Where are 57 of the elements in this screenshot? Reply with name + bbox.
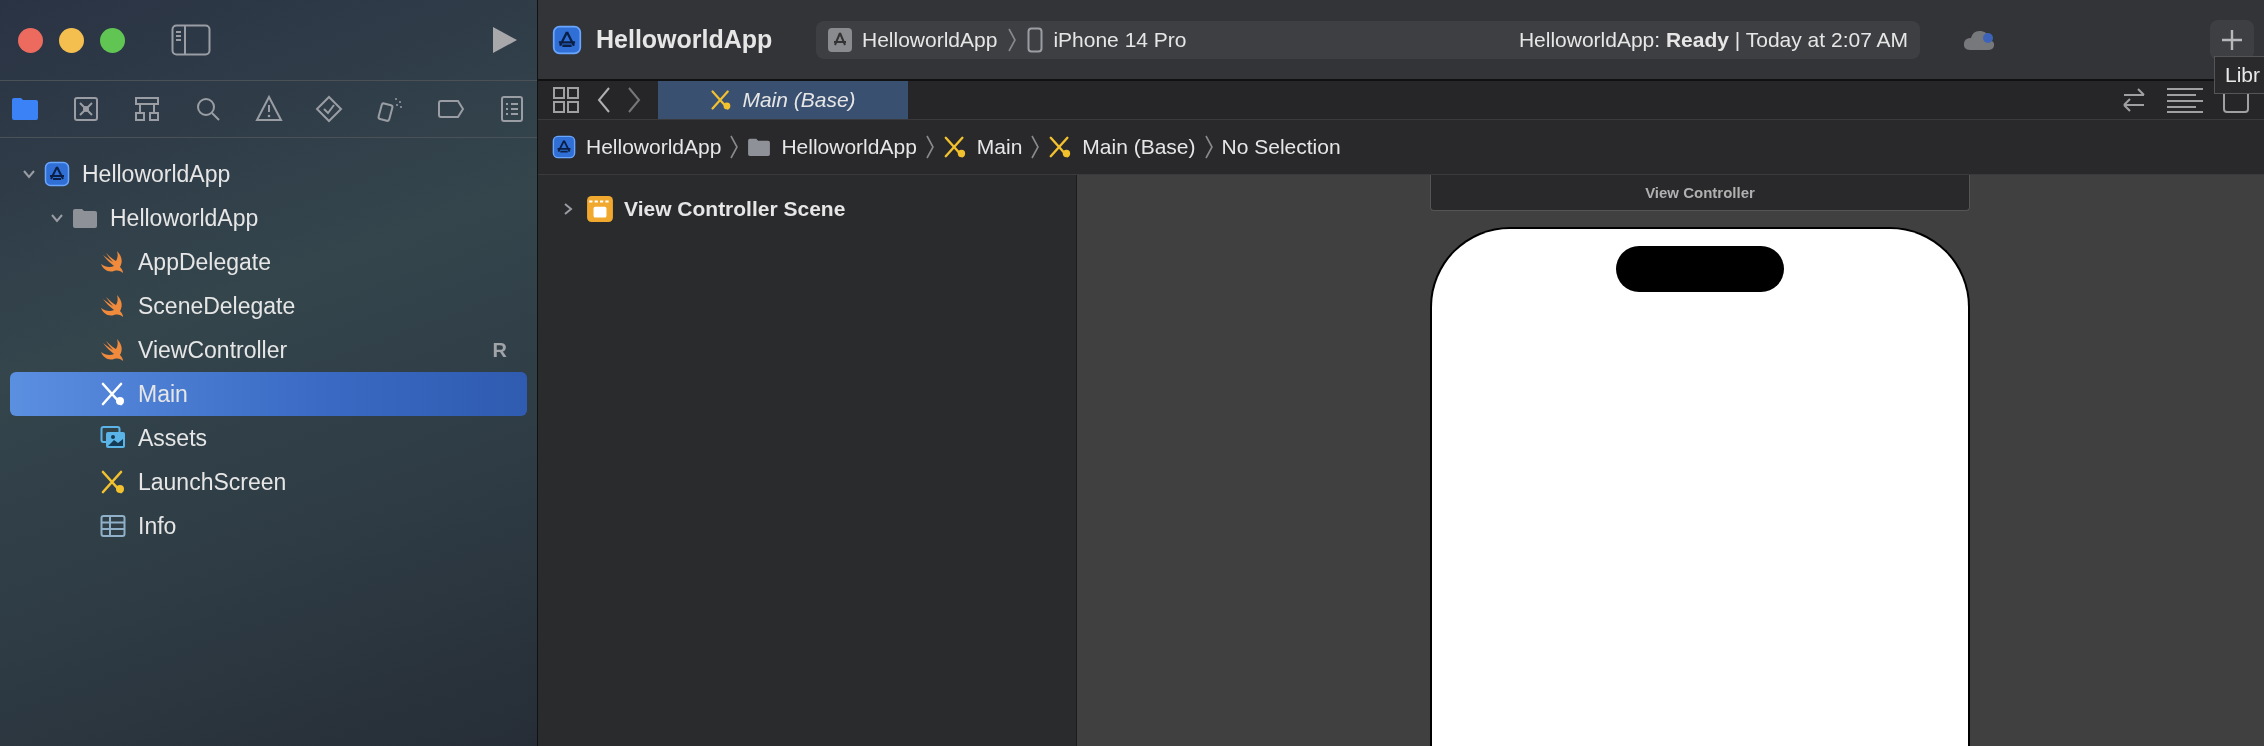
image-stack-icon [100,425,126,451]
breadcrumb-item[interactable]: Main [942,135,1023,159]
storyboard-icon [942,135,967,159]
project-title: HelloworldApp [596,25,774,54]
file-tree-item[interactable]: Assets [10,416,527,460]
chevron-separator-icon [1030,134,1041,160]
file-tree-item[interactable]: LaunchScreen [10,460,527,504]
chevron-separator-icon [924,134,935,160]
phone-icon [1027,26,1044,53]
swift-bird-icon [100,249,126,275]
storyboard-icon [1048,135,1073,159]
file-tree-item[interactable]: HelloworldApp [10,196,527,240]
file-tree-item[interactable]: AppDelegate [10,240,527,284]
breadcrumb-item[interactable]: No Selection [1221,135,1341,159]
breadcrumb-item[interactable]: HelloworldApp [552,135,722,159]
plus-icon [2220,27,2244,52]
file-tree-item[interactable]: HelloworldApp [10,152,527,196]
test-navigator-icon[interactable] [314,94,345,124]
window-control-button[interactable] [59,27,84,53]
folder-icon [747,137,772,157]
editor-tab[interactable]: Main (Base) [658,81,908,119]
scheme-target[interactable]: HelloworldApp [862,27,998,52]
table-icon [100,513,126,539]
breadcrumb-item[interactable]: Main (Base) [1048,135,1196,159]
chevron-separator-icon [1007,26,1018,53]
app-project-icon [552,24,582,55]
scene-title-bar[interactable]: View Controller [1430,175,1970,211]
file-tree-item[interactable]: Info [10,504,527,548]
outline-item[interactable]: View Controller Scene [624,197,846,221]
chevron-separator-icon [1203,134,1214,160]
build-status-text: HelloworldApp: Ready | Today at 2:07 AM [1518,27,1908,52]
warning-icon[interactable] [253,94,284,124]
scene-icon [586,195,614,223]
scheme-status-bar[interactable]: HelloworldApp iPhone 14 Pro HelloworldApp: Ready | Today at 2:07 AM [816,20,1920,59]
file-tree-item[interactable]: SceneDelegate [10,284,527,328]
app-project-icon [552,135,576,159]
storyboard-icon [100,469,126,495]
status-letter: R [492,338,507,362]
folder-icon [72,207,98,229]
run-icon[interactable] [491,25,519,55]
storyboard-icon [100,381,126,407]
file-tree-item[interactable]: ViewController R [10,328,527,372]
app-project-icon [44,161,70,187]
grid-icon[interactable] [552,86,580,114]
swift-bird-icon [100,293,126,319]
window-control-button[interactable] [100,27,125,53]
run-destination[interactable]: iPhone 14 Pro [1053,27,1187,52]
app-icon [828,27,852,52]
chevron-separator-icon [729,134,740,160]
lines-icon[interactable] [2166,87,2204,113]
storyboard-icon [710,89,733,111]
window-control-button[interactable] [18,27,43,53]
tooltip: Libr [2213,56,2264,94]
breadcrumb-item[interactable]: HelloworldApp [747,135,917,159]
add-button[interactable] [2210,19,2254,60]
swift-bird-icon [100,337,126,363]
sidebar-toggle-icon[interactable] [171,24,211,56]
